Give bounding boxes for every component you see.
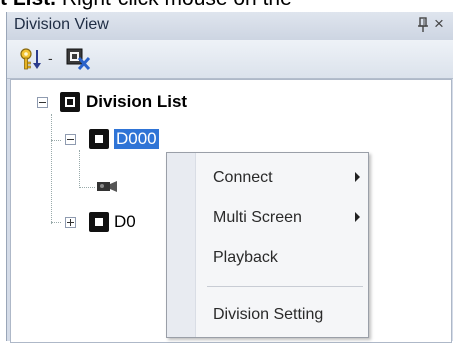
menu-item-playback[interactable]: Playback [195, 243, 368, 273]
tree-item-d0[interactable]: D0 [114, 212, 136, 232]
tree-item-d000[interactable]: D000 [114, 129, 159, 149]
remove-division-icon[interactable] [65, 46, 91, 72]
menu-item-label: Division Setting [213, 306, 324, 323]
instruction-caption: t List. Right-click mouse on the [0, 0, 453, 11]
expander-root[interactable] [37, 97, 48, 108]
menu-item-connect[interactable]: Connect [195, 163, 368, 193]
expander-d000[interactable] [65, 134, 76, 145]
division-icon [89, 212, 109, 232]
pin-icon[interactable] [416, 17, 430, 33]
submenu-arrow-icon [355, 212, 360, 222]
expander-d0[interactable] [65, 217, 76, 228]
tree-line [51, 222, 61, 223]
caption-text: Right-click mouse on the [56, 0, 292, 10]
close-icon[interactable]: × [434, 15, 444, 33]
panel-title: Division View [14, 16, 109, 33]
division-icon [89, 129, 109, 149]
tree-line [51, 140, 61, 141]
submenu-arrow-icon [355, 172, 360, 182]
menu-item-label: Connect [213, 169, 273, 186]
key-sort-icon[interactable] [18, 46, 44, 72]
panel-toolbar: - [7, 40, 453, 79]
caption-bold: t List. [0, 0, 56, 10]
camera-icon[interactable] [97, 179, 117, 193]
menu-gutter [167, 153, 196, 337]
menu-separator [207, 286, 363, 287]
menu-item-label: Multi Screen [213, 209, 302, 226]
tree-root-label[interactable]: Division List [86, 92, 187, 112]
menu-item-division-setting[interactable]: Division Setting [195, 300, 368, 330]
division-list-icon [60, 92, 80, 112]
toolbar-dropdown-icon[interactable]: - [48, 50, 53, 66]
tree-line [51, 114, 52, 224]
menu-item-multi-screen[interactable]: Multi Screen [195, 203, 368, 233]
tree-line [79, 150, 80, 188]
panel-title-bar: Division View × [7, 12, 453, 40]
menu-item-label: Playback [213, 249, 278, 266]
context-menu: Connect Multi Screen Playback Division S… [166, 152, 369, 338]
tree-line [79, 187, 95, 188]
